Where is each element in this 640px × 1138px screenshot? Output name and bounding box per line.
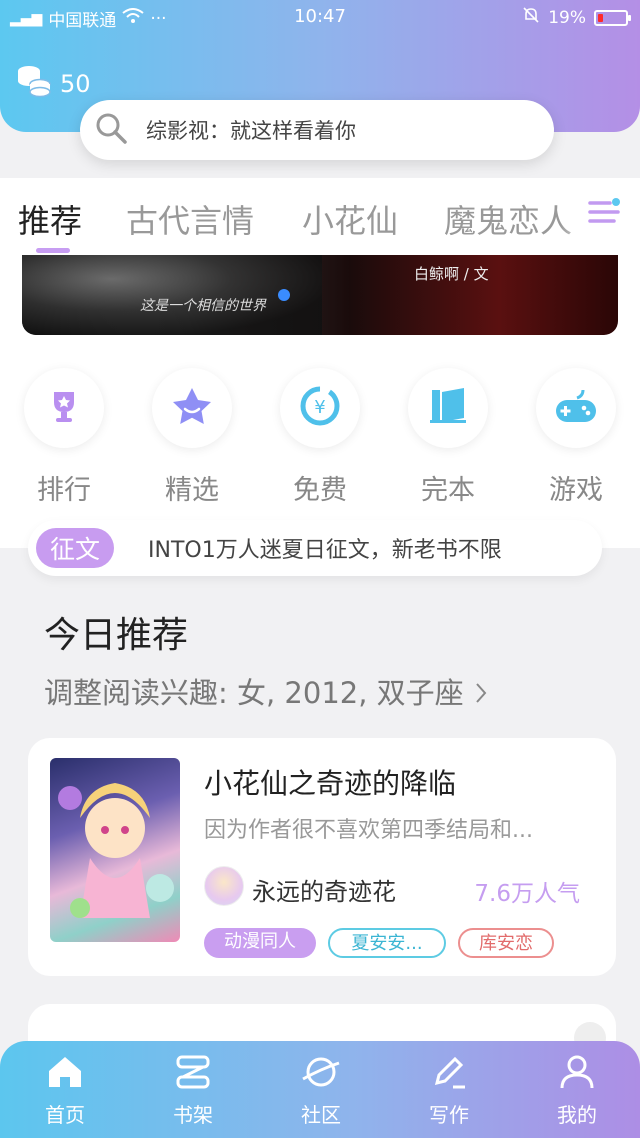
status-bar: ▂▄▆ 中国联通 ··· 10:47 19% <box>0 0 640 34</box>
tag-chip[interactable]: 库安恋 <box>458 928 554 958</box>
book-icon <box>426 386 470 430</box>
book-title: 小花仙之奇迹的降临 <box>204 767 457 800</box>
book-card[interactable]: 小花仙之奇迹的降临 因为作者很不喜欢第四季结局和... 永远的奇迹花 7.6万人… <box>28 738 616 976</box>
coin-balance[interactable]: 50 <box>16 64 91 104</box>
search-placeholder: 综影视：就这样看着你 <box>146 119 356 143</box>
tab-demon-lover[interactable]: 魔鬼恋人 <box>444 196 572 242</box>
user-icon <box>557 1055 597 1095</box>
active-tab-indicator <box>36 248 70 253</box>
tab-xiaohuaxian[interactable]: 小花仙 <box>302 196 398 242</box>
popularity-count: 7.6万人气 <box>474 881 580 907</box>
announcement-tag: 征文 <box>36 528 115 568</box>
quick-link-label: 完本 <box>421 475 475 506</box>
banner-caption: 这是一个相信的世界 <box>140 298 266 314</box>
mute-bell-icon <box>522 6 540 29</box>
search-bar[interactable]: 综影视：就这样看着你 <box>80 100 554 160</box>
tab-menu-icon[interactable] <box>586 194 622 234</box>
quick-link-label: 免费 <box>293 475 347 506</box>
nav-write[interactable]: 写作 <box>404 1053 494 1128</box>
trophy-icon <box>44 386 84 430</box>
quick-link-free[interactable]: ¥ 免费 <box>280 368 360 507</box>
bottom-navigation: 首页 书架 社区 写作 我的 <box>0 1041 640 1138</box>
tag-chip[interactable]: 夏安安... <box>328 928 446 958</box>
announcement-text: INTO1万人迷夏日征文，新老书不限 <box>148 538 502 563</box>
banner-author: 白鲸啊 / 文 <box>414 265 489 283</box>
quick-link-ranking[interactable]: 排行 <box>24 368 104 507</box>
yen-icon: ¥ <box>299 385 341 431</box>
star-icon <box>170 385 214 431</box>
nav-label: 首页 <box>45 1103 85 1127</box>
announcement-bar[interactable]: 征文 INTO1万人迷夏日征文，新老书不限 <box>28 520 602 576</box>
battery-icon <box>594 9 631 26</box>
book-description: 因为作者很不喜欢第四季结局和... <box>204 818 533 843</box>
author-avatar <box>204 866 244 906</box>
tab-recommend[interactable]: 推荐 <box>18 196 82 242</box>
quick-link-games[interactable]: 游戏 <box>536 368 616 507</box>
svg-text:¥: ¥ <box>314 397 325 418</box>
gamepad-icon <box>553 386 599 430</box>
book-cover <box>50 758 180 942</box>
nav-bookshelf[interactable]: 书架 <box>148 1053 238 1128</box>
nav-label: 我的 <box>557 1103 597 1127</box>
nav-label: 写作 <box>429 1103 469 1127</box>
chevron-right-icon <box>473 678 489 712</box>
pen-icon <box>429 1056 469 1095</box>
interest-settings-text: 调整阅读兴趣: 女, 2012, 双子座 <box>44 676 464 710</box>
quick-link-label: 精选 <box>165 475 219 506</box>
section-title: 今日推荐 <box>44 615 189 656</box>
category-tabs: 推荐 古代言情 小花仙 魔鬼恋人 <box>0 178 640 258</box>
quick-link-label: 排行 <box>37 475 91 506</box>
bookshelf-icon <box>173 1055 213 1095</box>
battery-fill <box>598 13 603 22</box>
planet-icon <box>301 1057 341 1095</box>
banner-carousel[interactable]: 这是一个相信的世界 白鲸啊 / 文 <box>22 255 618 335</box>
search-icon <box>94 111 128 149</box>
quick-link-label: 游戏 <box>549 475 603 506</box>
author-name[interactable]: 永远的奇迹花 <box>252 872 396 907</box>
interest-settings-link[interactable]: 调整阅读兴趣: 女, 2012, 双子座 <box>44 670 489 712</box>
nav-profile[interactable]: 我的 <box>532 1053 622 1128</box>
quick-link-featured[interactable]: 精选 <box>152 368 232 507</box>
nav-home[interactable]: 首页 <box>20 1053 110 1128</box>
nav-label: 书架 <box>173 1103 213 1127</box>
battery-percent: 19% <box>548 7 586 28</box>
carousel-indicator <box>278 289 290 301</box>
coins-icon <box>16 64 52 104</box>
quick-link-completed[interactable]: 完本 <box>408 368 488 507</box>
home-icon <box>45 1057 85 1095</box>
nav-label: 社区 <box>301 1103 341 1127</box>
tab-ancient-romance[interactable]: 古代言情 <box>126 196 254 242</box>
nav-community[interactable]: 社区 <box>276 1053 366 1128</box>
coin-count: 50 <box>60 70 91 98</box>
tag-chip[interactable]: 动漫同人 <box>204 928 316 958</box>
